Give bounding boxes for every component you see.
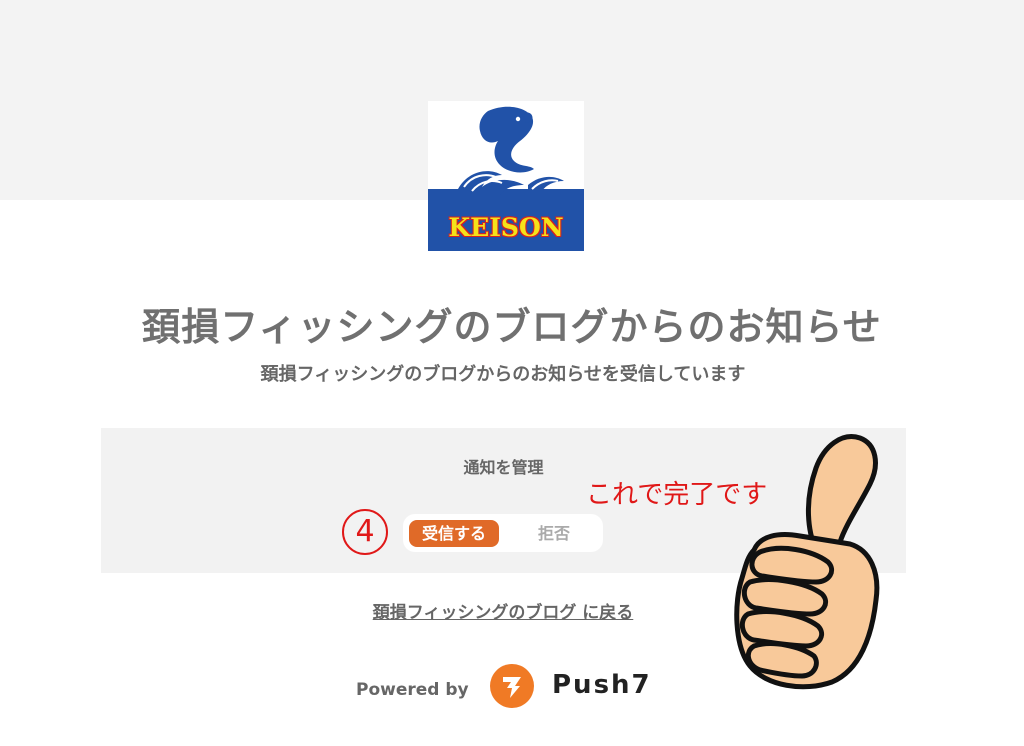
- powered-by-text: Powered by: [356, 680, 469, 700]
- page-title: 頚損フィッシングのブログからのお知らせ: [142, 305, 882, 349]
- push7-logo-icon[interactable]: [490, 664, 534, 708]
- accept-button[interactable]: 受信する: [409, 520, 499, 547]
- thumbs-up-icon: [734, 434, 880, 690]
- page-subtitle: 頚損フィッシングのブログからのお知らせを受信しています: [260, 364, 746, 385]
- subscription-toggle: 受信する 拒否: [403, 514, 603, 552]
- fish-icon: [458, 106, 564, 195]
- reject-button[interactable]: 拒否: [511, 520, 597, 547]
- footer: Powered by Push7: [356, 664, 676, 710]
- logo-text: KEISON: [448, 213, 564, 242]
- back-to-blog-link[interactable]: 頚損フィッシングのブログ に戻る: [0, 598, 1006, 623]
- push7-brand-name[interactable]: Push7: [552, 670, 652, 700]
- step-number-marker: 4: [342, 509, 388, 555]
- site-logo: KEISON: [428, 101, 584, 251]
